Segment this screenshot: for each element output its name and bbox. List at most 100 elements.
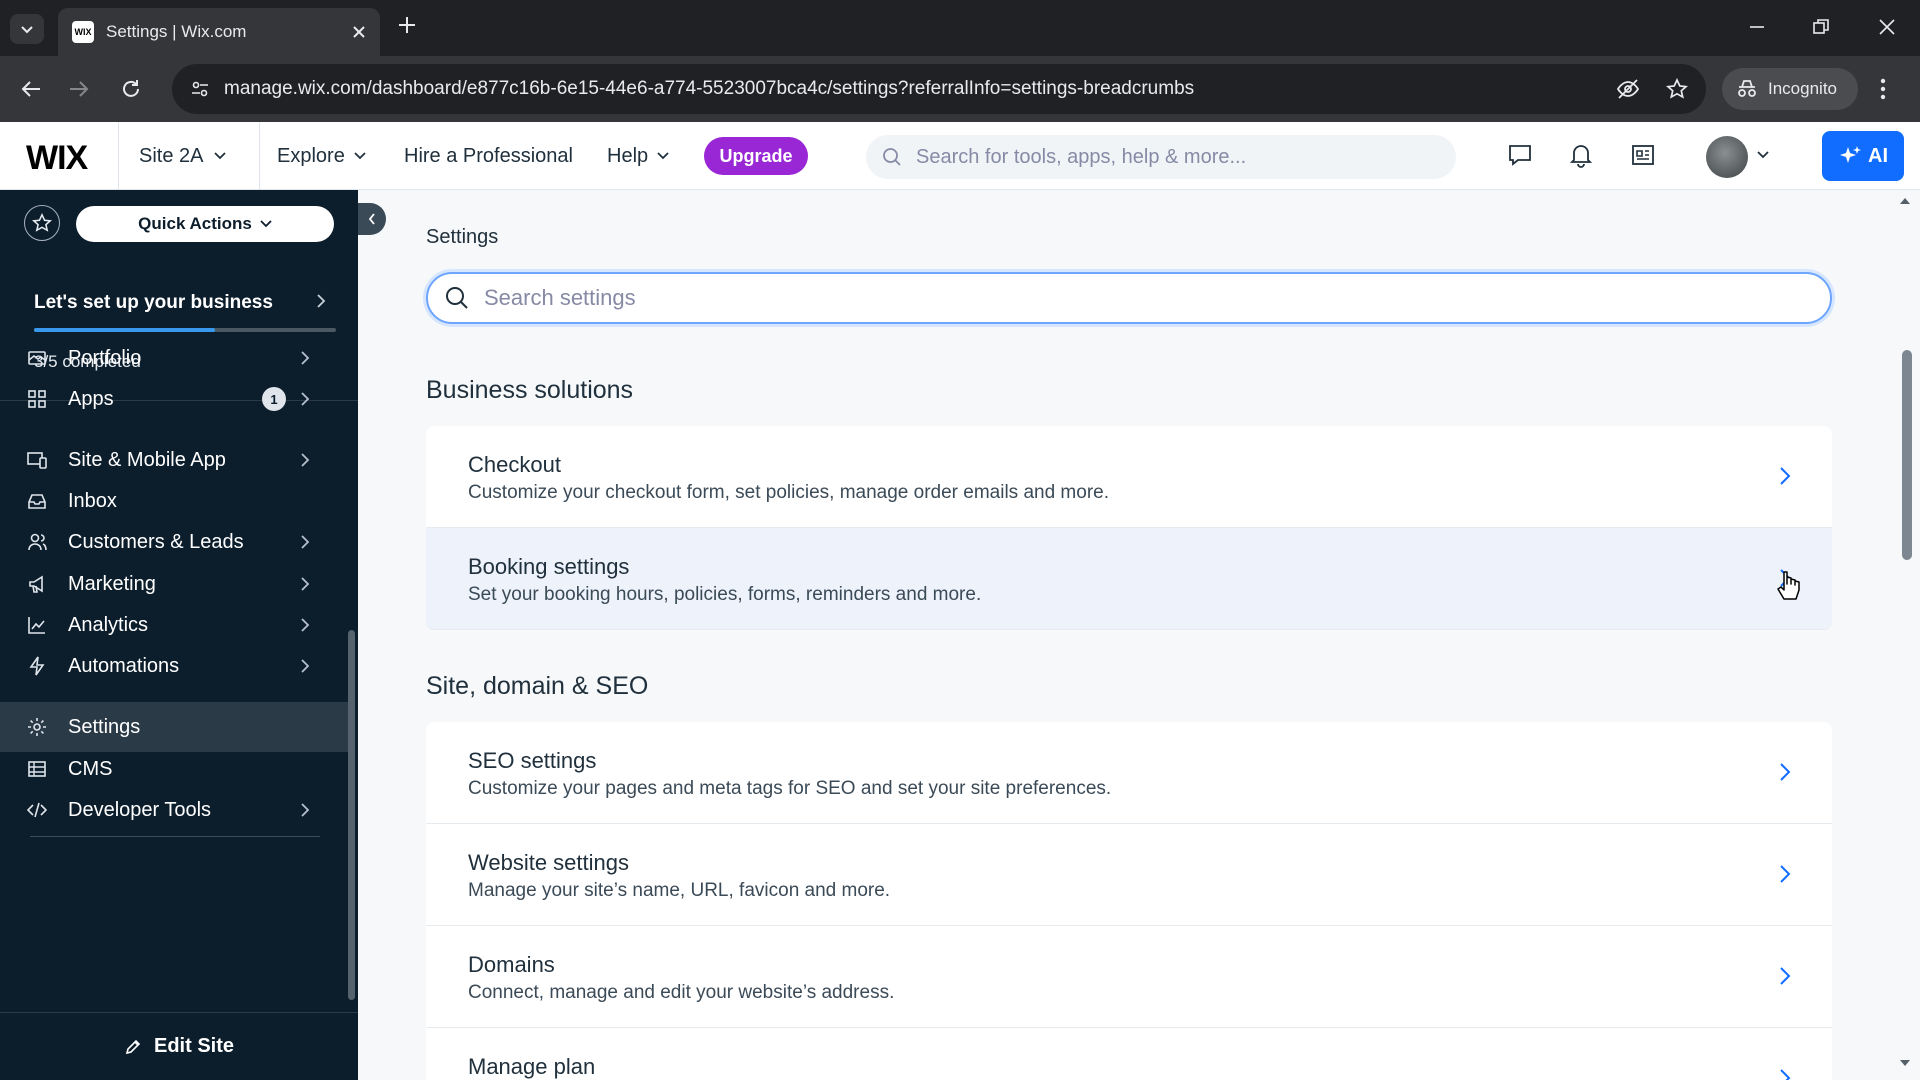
lightning-icon	[26, 655, 48, 677]
sidebar-item-label: Automations	[68, 654, 180, 677]
chevron-down-icon	[213, 151, 227, 161]
wix-logo[interactable]: WIX	[26, 139, 88, 178]
back-icon[interactable]	[20, 78, 42, 100]
sidebar-item-label: Developer Tools	[68, 798, 212, 821]
scroll-up-arrow-icon[interactable]	[1898, 196, 1912, 206]
edit-site-button[interactable]: Edit Site	[0, 1012, 358, 1080]
help-label: Help	[607, 144, 649, 167]
chevron-right-icon	[300, 452, 310, 468]
edit-site-label: Edit Site	[153, 1035, 234, 1057]
ai-label: AI	[1868, 144, 1888, 167]
close-tab-icon[interactable]	[352, 25, 366, 39]
settings-card-seo[interactable]: SEO settings Customize your pages and me…	[426, 722, 1832, 824]
notifications-bell-icon[interactable]	[1568, 142, 1594, 168]
sidebar-item-label: Customers & Leads	[68, 530, 244, 553]
quick-actions-label: Quick Actions	[138, 214, 252, 233]
chevron-down-icon	[260, 220, 272, 228]
setup-progress-fill	[34, 328, 216, 332]
chat-icon[interactable]	[1507, 142, 1533, 168]
favorites-star-button[interactable]	[24, 205, 60, 241]
account-chevron-down-icon[interactable]	[1756, 150, 1770, 160]
card-title: Domains	[468, 952, 555, 977]
incognito-label: Incognito	[1768, 79, 1837, 98]
chevron-right-icon	[300, 391, 310, 407]
mouse-cursor-icon	[1776, 570, 1802, 604]
settings-card-domains[interactable]: Domains Connect, manage and edit your we…	[426, 926, 1832, 1028]
news-icon[interactable]	[1630, 142, 1656, 168]
sidebar-item-label: CMS	[68, 757, 113, 780]
reload-icon[interactable]	[120, 78, 142, 100]
chevron-right-icon	[1778, 1066, 1792, 1080]
scroll-down-arrow-icon[interactable]	[1898, 1058, 1912, 1068]
browser-menu-icon[interactable]	[1880, 78, 1886, 100]
dashboard-search-input[interactable]: Search for tools, apps, help & more...	[866, 135, 1456, 179]
code-icon	[26, 799, 48, 821]
site-info-icon[interactable]	[190, 79, 210, 99]
chevron-right-icon	[1778, 464, 1792, 488]
sidebar-item-label: Portfolio	[68, 346, 142, 369]
new-tab-icon[interactable]	[398, 16, 416, 34]
megaphone-icon	[26, 573, 48, 595]
hire-label: Hire a Professional	[404, 144, 573, 167]
settings-card-checkout[interactable]: Checkout Customize your checkout form, s…	[426, 426, 1832, 528]
main-content: Settings Search settings Business soluti…	[358, 190, 1920, 1080]
chevron-down-icon	[656, 151, 670, 161]
quick-actions-button[interactable]: Quick Actions	[76, 206, 334, 242]
dashboard-topbar: WIX Site 2A Explore Hire a Professional …	[0, 122, 1920, 190]
chevron-right-icon	[300, 802, 310, 818]
sidebar: Quick Actions Let's set up your business…	[0, 190, 358, 1080]
sidebar-item-automations[interactable]: Automations	[0, 641, 348, 691]
card-title: Checkout	[468, 452, 561, 477]
sidebar-item-apps[interactable]: Apps 1	[0, 374, 348, 424]
count-badge: 1	[262, 387, 286, 411]
address-bar[interactable]: manage.wix.com/dashboard/e877c16b-6e15-4…	[172, 64, 1706, 114]
sparkle-icon	[1838, 144, 1862, 168]
explore-menu[interactable]: Explore	[277, 122, 367, 190]
tab-title: Settings | Wix.com	[106, 22, 247, 41]
sidebar-item-developer-tools[interactable]: Developer Tools	[0, 785, 348, 835]
card-description: Manage your site’s name, URL, favicon an…	[468, 880, 891, 901]
card-description: Connect, manage and edit your website’s …	[468, 982, 895, 1003]
browser-tab[interactable]: WIX Settings | Wix.com	[58, 8, 380, 56]
site-name: Site 2A	[139, 144, 204, 167]
setup-business-title[interactable]: Let's set up your business	[34, 292, 273, 314]
site-selector[interactable]: Site 2A	[118, 122, 260, 190]
sidebar-item-label: Settings	[68, 715, 141, 738]
search-icon	[444, 285, 470, 311]
help-menu[interactable]: Help	[607, 122, 670, 190]
sidebar-item-label: Marketing	[68, 572, 156, 595]
hire-professional-link[interactable]: Hire a Professional	[404, 122, 573, 190]
explore-label: Explore	[277, 144, 345, 167]
settings-card-manage-plan[interactable]: Manage plan	[426, 1028, 1832, 1080]
incognito-indicator[interactable]: Incognito	[1722, 68, 1858, 110]
card-title: Manage plan	[468, 1054, 596, 1079]
sidebar-scrollbar[interactable]	[348, 630, 355, 1000]
sidebar-item-label: Site & Mobile App	[68, 448, 226, 471]
eye-off-icon[interactable]	[1616, 77, 1640, 101]
chevron-right-icon[interactable]	[316, 293, 326, 309]
bookmark-star-icon[interactable]	[1666, 78, 1688, 100]
forward-icon[interactable]	[68, 78, 90, 100]
chevron-right-icon	[300, 534, 310, 550]
customers-icon	[26, 531, 48, 553]
upgrade-button[interactable]: Upgrade	[704, 137, 808, 175]
apps-icon	[26, 388, 48, 410]
minimize-icon[interactable]	[1748, 18, 1766, 36]
browser-toolbar: manage.wix.com/dashboard/e877c16b-6e15-4…	[0, 56, 1920, 122]
restore-icon[interactable]	[1812, 18, 1830, 36]
settings-card-website[interactable]: Website settings Manage your site’s name…	[426, 824, 1832, 926]
breadcrumb[interactable]: Settings	[426, 226, 498, 249]
ai-assistant-button[interactable]: AI	[1822, 131, 1904, 181]
avatar[interactable]	[1706, 136, 1748, 178]
gear-icon	[26, 716, 48, 738]
settings-search-input[interactable]: Search settings	[426, 272, 1832, 324]
main-scrollbar[interactable]	[1902, 350, 1912, 560]
chevron-right-icon	[300, 350, 310, 366]
card-description: Customize your checkout form, set polici…	[468, 482, 1109, 503]
settings-card-booking[interactable]: Booking settings Set your booking hours,…	[426, 528, 1832, 630]
chevron-down-icon	[353, 151, 367, 161]
tab-search-icon[interactable]	[10, 14, 44, 44]
search-icon	[882, 147, 902, 167]
close-window-icon[interactable]	[1878, 18, 1896, 36]
chevron-right-icon	[300, 617, 310, 633]
